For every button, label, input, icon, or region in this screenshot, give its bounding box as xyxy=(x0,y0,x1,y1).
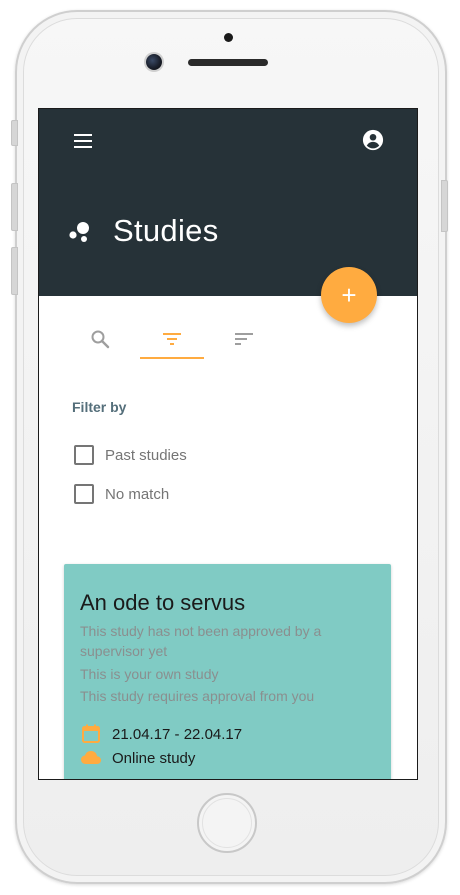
filter-option-past-studies[interactable]: Past studies xyxy=(74,444,187,466)
no-match-checkbox[interactable] xyxy=(74,484,94,504)
tab-filter[interactable] xyxy=(140,319,204,359)
study-note-requires-approval: This study requires approval from you xyxy=(80,688,315,704)
filter-option-no-match[interactable]: No match xyxy=(74,483,169,505)
cloud-icon xyxy=(81,751,101,764)
sort-icon xyxy=(235,333,253,345)
study-note-approval: This study has not been approved by a su… xyxy=(80,623,322,659)
filter-heading: Filter by xyxy=(72,399,127,415)
power-button xyxy=(441,180,448,232)
study-note-own: This is your own study xyxy=(80,666,219,682)
plus-icon: + xyxy=(341,280,357,310)
menu-icon[interactable] xyxy=(74,134,92,148)
app-screen: Studies + Filter by Past studies No matc… xyxy=(38,108,418,780)
search-icon xyxy=(91,330,110,349)
front-camera xyxy=(146,54,162,70)
study-dates: 21.04.17 - 22.04.17 xyxy=(112,725,243,743)
tab-sort[interactable] xyxy=(212,319,276,359)
add-study-button[interactable]: + xyxy=(321,267,377,323)
account-circle-icon[interactable] xyxy=(362,129,384,151)
sensor-dot xyxy=(224,33,233,42)
past-studies-label: Past studies xyxy=(105,446,187,464)
tab-search[interactable] xyxy=(68,319,132,359)
study-location-row: Online study xyxy=(80,748,195,768)
volume-down-button xyxy=(11,247,18,295)
study-location: Online study xyxy=(112,749,196,767)
earpiece-speaker xyxy=(188,59,268,66)
filter-icon xyxy=(163,333,181,345)
page-title: Studies xyxy=(113,213,219,248)
calendar-icon xyxy=(82,724,100,743)
bubbles-logo-icon xyxy=(69,222,89,242)
study-dates-row: 21.04.17 - 22.04.17 xyxy=(80,724,242,744)
volume-up-button xyxy=(11,183,18,231)
no-match-label: No match xyxy=(105,485,170,503)
past-studies-checkbox[interactable] xyxy=(74,445,94,465)
home-button[interactable] xyxy=(197,793,257,853)
app-bar: Studies xyxy=(39,109,417,296)
tab-indicator xyxy=(140,357,204,359)
mute-switch xyxy=(11,120,18,146)
study-title: An ode to servus xyxy=(80,590,246,615)
study-card[interactable]: An ode to servus This study has not been… xyxy=(64,564,391,779)
